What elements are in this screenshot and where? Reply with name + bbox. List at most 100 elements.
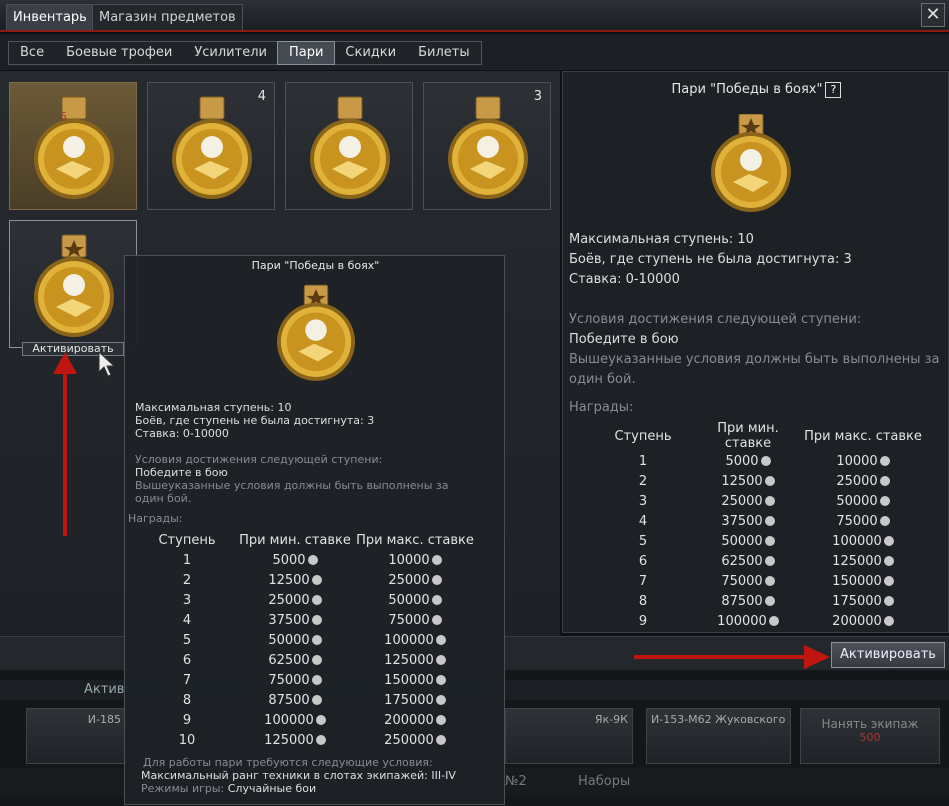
lion-coin-icon [431,554,442,565]
filter-tabs: Все Боевые трофеи Усилители Пари Скидки … [8,41,482,65]
reward-max-value: 10000 [836,453,878,469]
reward-stage: 7 [139,670,235,690]
top-tab-bar: Инвентарь Магазин предметов ✕ [0,0,949,32]
lion-coin-icon [431,574,442,585]
reward-max: 75000 [355,610,475,630]
reward-stage: 10 [139,730,235,750]
reward-stage: 2 [593,471,693,491]
filter-tab-tickets[interactable]: Билеты [407,42,481,64]
reward-min: 100000 [235,710,355,730]
activate-button[interactable]: Активировать [831,642,945,668]
filter-tab-boosters[interactable]: Усилители [183,42,278,64]
reward-min: 100000 [693,611,803,631]
reward-min-value: 62500 [268,652,310,668]
reward-max: 25000 [355,570,475,590]
lion-coin-icon [315,714,326,725]
reward-row: 2 12500 25000 [593,471,923,491]
help-icon[interactable]: ? [825,82,842,98]
filter-tab-all[interactable]: Все [9,42,55,64]
reward-stage-value: 1 [638,453,648,469]
reward-min-value: 100000 [717,613,767,629]
wager-slot-5[interactable] [9,220,137,348]
col-stage: Ступень [614,428,672,444]
reward-max-value: 150000 [384,672,434,688]
lion-coin-icon [883,575,894,586]
reward-min-value: 87500 [268,692,310,708]
reward-stage-value: 3 [638,493,648,509]
vehicle-slot-1[interactable]: И-185 [26,708,126,764]
reward-min-value: 25000 [268,592,310,608]
reward-stage: 7 [593,571,693,591]
max-stage: Максимальная ступень: 10 [569,232,754,247]
requirement-mode: Режимы игры: Случайные бои [141,782,316,795]
reward-min: 25000 [693,491,803,511]
wager-slot-4[interactable]: 3 [423,82,551,210]
lion-coin-icon [764,595,775,606]
reward-stage: 6 [139,650,235,670]
filter-tab-discounts[interactable]: Скидки [334,42,407,64]
reward-row: 4 37500 75000 [593,511,923,531]
vehicle-slot-3[interactable]: И-153-М62 Жуковского [646,708,791,764]
col-min: При мин. ставке [239,532,351,548]
reward-max: 150000 [803,571,923,591]
reward-max-value: 100000 [384,632,434,648]
lion-coin-icon [431,594,442,605]
mode-value: Случайные бои [227,782,317,795]
reward-max: 125000 [355,650,475,670]
close-button[interactable]: ✕ [921,3,945,27]
lion-coin-icon [879,455,890,466]
reward-max-value: 50000 [388,592,430,608]
reward-row: 6 62500 125000 [593,551,923,571]
lion-coin-icon [764,515,775,526]
col-stage: Ступень [158,532,216,548]
reward-max: 50000 [355,590,475,610]
presets-button[interactable]: Наборы [578,774,630,789]
lion-coin-icon [307,554,318,565]
max-stage: Максимальная ступень: 10 [135,401,292,414]
reward-stage: 9 [139,710,235,730]
reward-min-value: 37500 [721,513,763,529]
wager-slot-1[interactable]: 5 [9,82,137,210]
condition-note: Вышеуказанные условия должны быть выполн… [135,479,449,492]
wager-slot-2[interactable]: 4 [147,82,275,210]
lion-coin-icon [764,535,775,546]
vehicle-name: И-153-М62 Жуковского [651,713,786,726]
reward-row: 10125000250000 [593,631,923,632]
lion-coin-icon [764,495,775,506]
rewards-header: Награды: [569,400,634,415]
col-min: При мин. ставке [717,421,779,451]
hire-crew-button[interactable]: Нанять экипаж 500 [800,708,940,764]
reward-stage: 3 [139,590,235,610]
reward-row: 8 87500 175000 [593,591,923,611]
filter-bar: Все Боевые трофеи Усилители Пари Скидки … [0,34,949,70]
wager-detail-panel: Пари "Победы в боях"? Максимальная ступе… [562,71,949,633]
vehicle-slot-2[interactable]: Як-9К [505,708,633,764]
reward-min: 87500 [235,690,355,710]
reward-min: 50000 [235,630,355,650]
reward-stage-value: 6 [638,553,648,569]
tab-inventory[interactable]: Инвентарь [6,4,94,30]
reward-row: 10125000250000 [139,730,475,750]
reward-stage-value: 10 [178,732,196,748]
col-max: При макс. ставке [356,532,474,548]
lion-coin-icon [311,674,322,685]
reward-row: 7 75000 150000 [593,571,923,591]
reward-min-value: 75000 [268,672,310,688]
filter-tab-wagers[interactable]: Пари [276,41,336,65]
wager-slot-3[interactable] [285,82,413,210]
reward-min-value: 87500 [721,593,763,609]
reward-row: 3 25000 50000 [139,590,475,610]
reward-row: 5 50000 100000 [593,531,923,551]
tab-item-shop[interactable]: Магазин предметов [92,4,243,30]
detail-title: Пари "Победы в боях"? [563,82,948,98]
slot-badge: 5 [60,110,67,123]
reward-max-value: 25000 [836,473,878,489]
condition-text: Победите в бою [569,332,679,347]
reward-max: 10000 [355,550,475,570]
condition-text: Победите в бою [135,466,228,479]
lion-coin-icon [435,654,446,665]
lion-coin-icon [879,475,890,486]
reward-row: 1 5000 10000 [139,550,475,570]
reward-max: 50000 [803,491,923,511]
filter-tab-trophies[interactable]: Боевые трофеи [55,42,183,64]
